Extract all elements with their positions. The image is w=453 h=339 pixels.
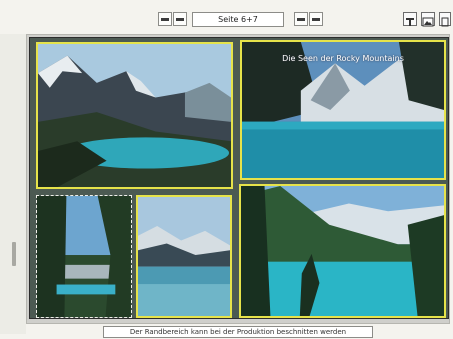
photo-rocky-lake[interactable]: Die Seen der Rocky Mountains xyxy=(240,40,446,180)
first-page-button[interactable] xyxy=(158,12,172,26)
image-frame-button[interactable] xyxy=(421,12,435,27)
prev-page-button[interactable] xyxy=(173,12,187,26)
prev-page-icon xyxy=(176,18,184,21)
text-frame-button[interactable] xyxy=(403,12,417,26)
page-spread: Die Seen der Rocky Mountains xyxy=(29,37,449,319)
info-button[interactable] xyxy=(439,12,451,27)
text-frame-icon xyxy=(406,18,414,26)
photo-forest-lake[interactable] xyxy=(36,195,132,318)
left-panel-edge xyxy=(0,34,26,334)
turquoise-lake-image xyxy=(241,186,444,316)
last-page-button[interactable] xyxy=(309,12,323,26)
info-icon xyxy=(441,17,449,27)
trim-notice: Der Randbereich kann bei der Produktion … xyxy=(103,326,373,338)
lake-image xyxy=(38,44,231,187)
photo-glacier-lake[interactable] xyxy=(136,195,232,318)
photo-peyto-lake[interactable] xyxy=(36,42,233,189)
next-page-icon xyxy=(297,18,305,21)
next-page-button[interactable] xyxy=(294,12,308,26)
prev-spread-icon xyxy=(161,18,169,21)
spread-caption: Die Seen der Rocky Mountains xyxy=(282,54,404,63)
next-spread-icon xyxy=(312,18,320,21)
photo-turquoise-lake[interactable] xyxy=(239,184,446,318)
glacier-image xyxy=(138,197,230,316)
forest-image xyxy=(37,196,131,317)
panel-resize-handle[interactable] xyxy=(12,242,16,266)
toolbar: Seite 6+7 xyxy=(0,0,453,34)
image-frame-icon xyxy=(422,17,434,27)
page-indicator: Seite 6+7 xyxy=(192,12,284,27)
